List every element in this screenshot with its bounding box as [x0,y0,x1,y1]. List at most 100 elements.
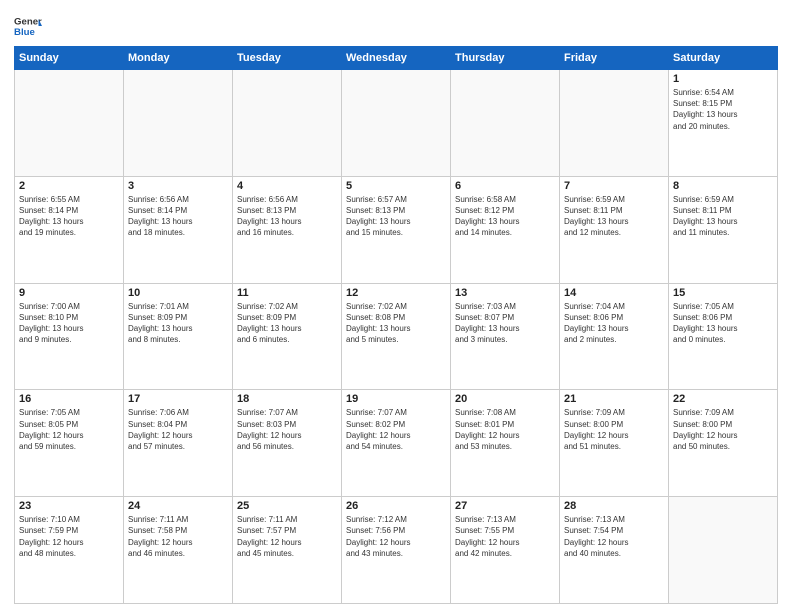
day-info: Sunrise: 6:59 AM Sunset: 8:11 PM Dayligh… [564,194,664,239]
calendar-cell: 25Sunrise: 7:11 AM Sunset: 7:57 PM Dayli… [233,497,342,604]
calendar-cell: 23 Sunrise: 7:10 AM Sunset: 7:59 PM Dayli… [15,497,124,604]
day-info: Sunrise: 6:55 AM Sunset: 8:14 PM Dayligh… [19,194,119,239]
week-row-5: 23 Sunrise: 7:10 AM Sunset: 7:59 PM Dayli… [15,497,778,604]
day-number: 20 [455,393,555,405]
calendar-cell: 21 Sunrise: 7:09 AM Sunset: 8:00 PM Dayli… [560,390,669,497]
calendar-cell: 20 Sunrise: 7:08 AM Sunset: 8:01 PM Dayli… [451,390,560,497]
header: General Blue [14,12,778,40]
calendar-cell: 7 Sunrise: 6:59 AM Sunset: 8:11 PM Daylig… [560,176,669,283]
day-number: 21 [564,393,664,405]
day-info: Sunrise: 7:12 AM Sunset: 7:56 PM Dayligh… [346,514,446,559]
weekday-header-tuesday: Tuesday [233,47,342,70]
svg-text:General: General [14,16,42,27]
day-info: Sunrise: 7:02 AM Sunset: 8:09 PM Dayligh… [237,301,337,346]
week-row-2: 2 Sunrise: 6:55 AM Sunset: 8:14 PM Daylig… [15,176,778,283]
calendar-cell: 13Sunrise: 7:03 AM Sunset: 8:07 PM Dayli… [451,283,560,390]
svg-text:Blue: Blue [14,27,35,38]
calendar-cell: 19 Sunrise: 7:07 AM Sunset: 8:02 PM Dayli… [342,390,451,497]
day-number: 14 [564,287,664,299]
calendar-cell: 1 Sunrise: 6:54 AM Sunset: 8:15 PM Daylig… [669,70,778,177]
weekday-header-thursday: Thursday [451,47,560,70]
day-number: 18 [237,393,337,405]
calendar-cell: 28Sunrise: 7:13 AM Sunset: 7:54 PM Dayli… [560,497,669,604]
weekday-header-row: SundayMondayTuesdayWednesdayThursdayFrid… [15,47,778,70]
calendar-cell: 14 Sunrise: 7:04 AM Sunset: 8:06 PM Dayli… [560,283,669,390]
day-number: 27 [455,500,555,512]
day-info: Sunrise: 7:11 AM Sunset: 7:57 PM Dayligh… [237,514,337,559]
calendar-cell: 12 Sunrise: 7:02 AM Sunset: 8:08 PM Dayli… [342,283,451,390]
day-info: Sunrise: 6:57 AM Sunset: 8:13 PM Dayligh… [346,194,446,239]
week-row-1: 1 Sunrise: 6:54 AM Sunset: 8:15 PM Daylig… [15,70,778,177]
day-info: Sunrise: 7:06 AM Sunset: 8:04 PM Dayligh… [128,407,228,452]
calendar-cell: 3 Sunrise: 6:56 AM Sunset: 8:14 PM Daylig… [124,176,233,283]
calendar-cell: 2 Sunrise: 6:55 AM Sunset: 8:14 PM Daylig… [15,176,124,283]
calendar-cell: 9 Sunrise: 7:00 AM Sunset: 8:10 PM Daylig… [15,283,124,390]
calendar-cell [15,70,124,177]
day-number: 26 [346,500,446,512]
day-number: 2 [19,180,119,192]
day-info: Sunrise: 7:08 AM Sunset: 8:01 PM Dayligh… [455,407,555,452]
calendar-cell: 18 Sunrise: 7:07 AM Sunset: 8:03 PM Dayli… [233,390,342,497]
day-number: 17 [128,393,228,405]
calendar-cell: 4 Sunrise: 6:56 AM Sunset: 8:13 PM Daylig… [233,176,342,283]
day-info: Sunrise: 7:02 AM Sunset: 8:08 PM Dayligh… [346,301,446,346]
day-number: 8 [673,180,773,192]
weekday-header-saturday: Saturday [669,47,778,70]
weekday-header-sunday: Sunday [15,47,124,70]
day-number: 11 [237,287,337,299]
calendar-cell: 27Sunrise: 7:13 AM Sunset: 7:55 PM Dayli… [451,497,560,604]
day-number: 15 [673,287,773,299]
day-number: 9 [19,287,119,299]
day-info: Sunrise: 7:09 AM Sunset: 8:00 PM Dayligh… [673,407,773,452]
calendar-cell: 15 Sunrise: 7:05 AM Sunset: 8:06 PM Dayli… [669,283,778,390]
day-number: 22 [673,393,773,405]
calendar-cell: 6Sunrise: 6:58 AM Sunset: 8:12 PM Daylig… [451,176,560,283]
calendar-cell: 5 Sunrise: 6:57 AM Sunset: 8:13 PM Daylig… [342,176,451,283]
logo: General Blue [14,12,42,40]
calendar-cell: 16 Sunrise: 7:05 AM Sunset: 8:05 PM Dayli… [15,390,124,497]
day-info: Sunrise: 6:59 AM Sunset: 8:11 PM Dayligh… [673,194,773,239]
calendar-cell [560,70,669,177]
day-number: 5 [346,180,446,192]
week-row-3: 9 Sunrise: 7:00 AM Sunset: 8:10 PM Daylig… [15,283,778,390]
day-number: 13 [455,287,555,299]
weekday-header-wednesday: Wednesday [342,47,451,70]
calendar-cell [233,70,342,177]
calendar-cell: 24 Sunrise: 7:11 AM Sunset: 7:58 PM Dayli… [124,497,233,604]
day-number: 12 [346,287,446,299]
day-number: 16 [19,393,119,405]
day-number: 7 [564,180,664,192]
day-info: Sunrise: 7:09 AM Sunset: 8:00 PM Dayligh… [564,407,664,452]
day-info: Sunrise: 7:13 AM Sunset: 7:54 PM Dayligh… [564,514,664,559]
weekday-header-monday: Monday [124,47,233,70]
calendar-cell: 11 Sunrise: 7:02 AM Sunset: 8:09 PM Dayli… [233,283,342,390]
calendar-cell: 8 Sunrise: 6:59 AM Sunset: 8:11 PM Daylig… [669,176,778,283]
day-info: Sunrise: 7:07 AM Sunset: 8:02 PM Dayligh… [346,407,446,452]
day-number: 4 [237,180,337,192]
page: General Blue SundayMondayTuesdayWednesda… [0,0,792,612]
day-number: 3 [128,180,228,192]
day-number: 23 [19,500,119,512]
day-number: 6 [455,180,555,192]
calendar-cell [342,70,451,177]
day-number: 1 [673,73,773,85]
day-info: Sunrise: 6:56 AM Sunset: 8:14 PM Dayligh… [128,194,228,239]
day-number: 19 [346,393,446,405]
day-info: Sunrise: 7:01 AM Sunset: 8:09 PM Dayligh… [128,301,228,346]
calendar-cell: 22 Sunrise: 7:09 AM Sunset: 8:00 PM Dayli… [669,390,778,497]
day-info: Sunrise: 7:00 AM Sunset: 8:10 PM Dayligh… [19,301,119,346]
day-info: Sunrise: 7:05 AM Sunset: 8:05 PM Dayligh… [19,407,119,452]
day-info: Sunrise: 6:54 AM Sunset: 8:15 PM Dayligh… [673,87,773,132]
day-info: Sunrise: 7:10 AM Sunset: 7:59 PM Dayligh… [19,514,119,559]
day-number: 10 [128,287,228,299]
day-info: Sunrise: 7:11 AM Sunset: 7:58 PM Dayligh… [128,514,228,559]
day-number: 24 [128,500,228,512]
day-info: Sunrise: 6:56 AM Sunset: 8:13 PM Dayligh… [237,194,337,239]
weekday-header-friday: Friday [560,47,669,70]
week-row-4: 16 Sunrise: 7:05 AM Sunset: 8:05 PM Dayli… [15,390,778,497]
day-info: Sunrise: 7:05 AM Sunset: 8:06 PM Dayligh… [673,301,773,346]
calendar-cell [669,497,778,604]
day-info: Sunrise: 7:04 AM Sunset: 8:06 PM Dayligh… [564,301,664,346]
calendar-cell [124,70,233,177]
day-info: Sunrise: 7:07 AM Sunset: 8:03 PM Dayligh… [237,407,337,452]
